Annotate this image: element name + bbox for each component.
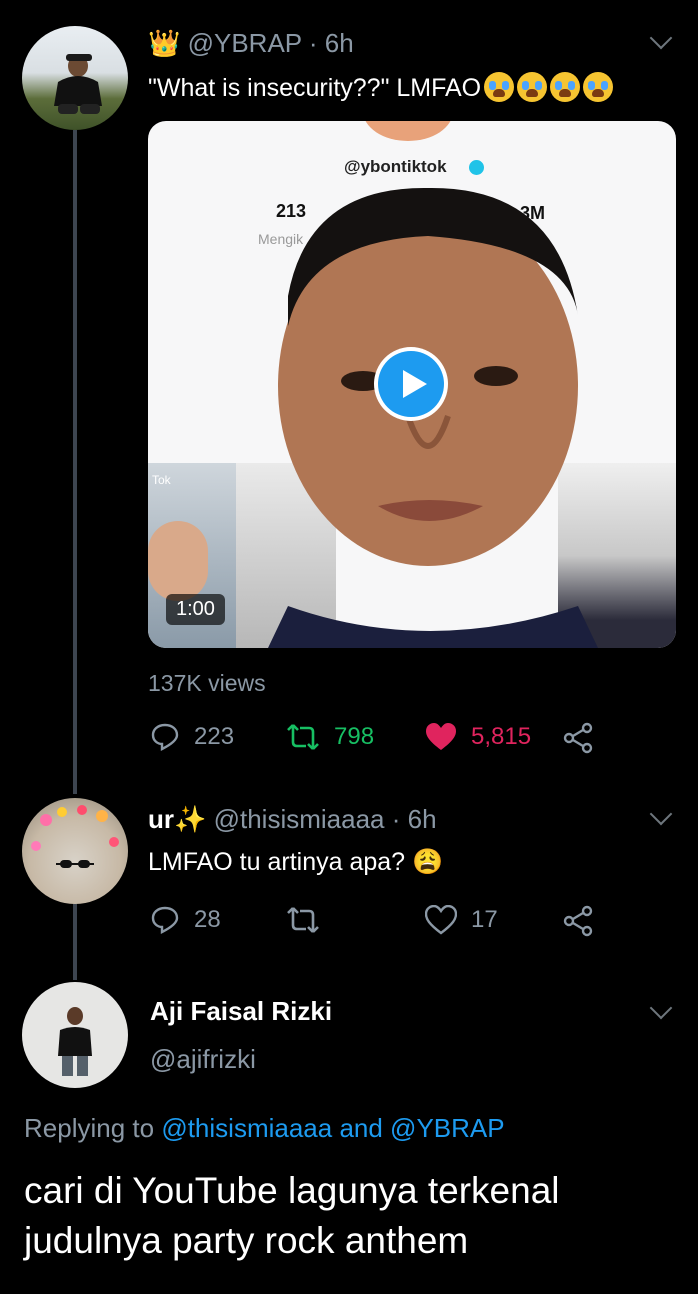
avatar-figure: [54, 54, 102, 114]
chevron-down-icon[interactable]: [649, 26, 673, 50]
reply-icon: [151, 723, 179, 751]
avatar-figure: [58, 1007, 92, 1076]
display-name[interactable]: Aji Faisal Rizki: [150, 996, 332, 1027]
sob-emoji-icon: [583, 72, 614, 102]
avatar-decoration: [31, 805, 119, 868]
retweet-button[interactable]: [286, 905, 334, 935]
play-icon: [378, 351, 444, 417]
like-button[interactable]: 17: [425, 905, 498, 935]
retweet-count: 798: [334, 723, 375, 750]
heart-icon: [426, 723, 456, 750]
chevron-down-icon[interactable]: [649, 996, 673, 1020]
display-name[interactable]: 👑: [148, 28, 180, 58]
share-icon[interactable]: [562, 905, 594, 942]
thumbnail: [148, 521, 208, 601]
reply-button[interactable]: 28: [150, 905, 221, 935]
avatar[interactable]: [22, 798, 128, 904]
verified-icon: [469, 160, 484, 175]
tweet-header: ur✨ @thisismiaaaa · 6h: [148, 804, 437, 835]
duration-badge: 1:00: [166, 594, 225, 625]
timestamp[interactable]: · 6h: [309, 28, 354, 58]
overlay-handle: @ybontiktok: [344, 157, 447, 176]
reply-button[interactable]: 223: [150, 722, 234, 752]
sob-emoji-icon: [517, 72, 548, 102]
user-handle[interactable]: @thisismiaaaa: [214, 804, 385, 834]
sob-emoji-icon: [484, 72, 515, 102]
replying-to: Replying to @thisismiaaaa and @YBRAP: [24, 1113, 505, 1143]
reply-count: 223: [194, 723, 235, 750]
sob-emoji-icon: [550, 72, 581, 102]
view-count: 137K views: [148, 670, 266, 696]
play-button[interactable]: [374, 347, 448, 421]
like-button[interactable]: 5,815: [425, 722, 531, 752]
corner-label: Tok: [152, 473, 171, 487]
tweet-text: "What is insecurity??" LMFAO: [148, 72, 614, 103]
retweet-icon: [287, 907, 319, 933]
heart-icon: [425, 905, 457, 935]
like-count: 17: [471, 906, 498, 933]
avatar[interactable]: [22, 982, 128, 1088]
display-name[interactable]: ur✨: [148, 804, 206, 834]
avatar[interactable]: [22, 26, 128, 130]
video-media[interactable]: @ybontiktok 213 Mengik 3M Tok 1:00: [148, 121, 676, 648]
retweet-button[interactable]: 798: [286, 722, 374, 752]
user-handle[interactable]: @YBRAP: [188, 28, 302, 58]
retweet-icon: [287, 724, 319, 750]
reply-icon: [151, 906, 179, 934]
tweet-text: LMFAO tu artinya apa? 😩: [148, 848, 444, 876]
profile-avatar-partial: [363, 121, 453, 141]
reply-count: 28: [194, 906, 221, 933]
chevron-down-icon[interactable]: [649, 802, 673, 826]
tweet-header: 👑 @YBRAP · 6h: [148, 28, 354, 59]
replying-to-links[interactable]: @thisismiaaaa and @YBRAP: [161, 1113, 504, 1143]
like-count: 5,815: [471, 723, 532, 750]
tweet-text: cari di YouTube lagunya terkenal judulny…: [24, 1170, 560, 1261]
share-icon[interactable]: [562, 722, 594, 759]
thread-line: [73, 130, 77, 794]
timestamp[interactable]: · 6h: [392, 804, 437, 834]
user-handle[interactable]: @ajifrizki: [150, 1044, 256, 1075]
